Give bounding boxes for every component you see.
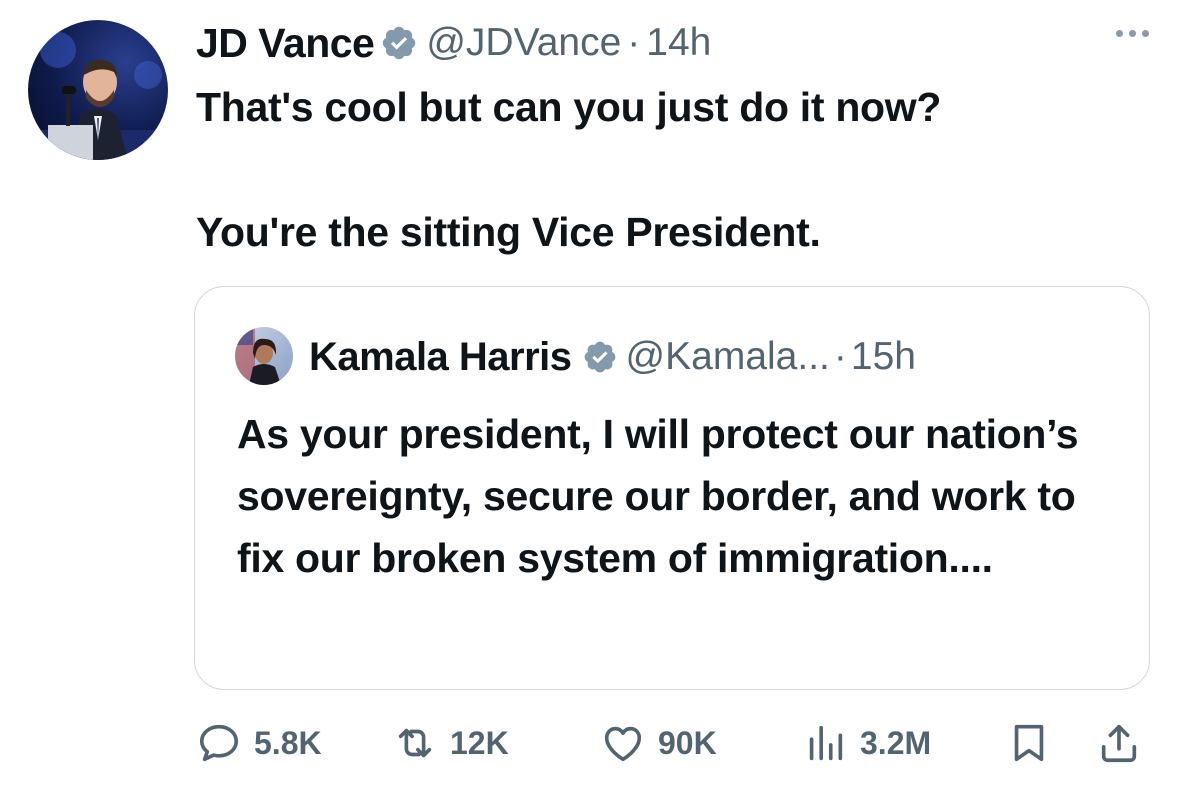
repost-icon bbox=[398, 728, 432, 758]
repost-count: 12K bbox=[450, 724, 509, 761]
reply-count: 5.8K bbox=[254, 724, 322, 761]
tweet-action-bar: 5.8K 12K 90K 3.2M bbox=[196, 716, 1156, 770]
heart-icon bbox=[604, 726, 642, 762]
separator-dot: · bbox=[627, 21, 641, 64]
more-dot bbox=[1129, 30, 1136, 37]
quoted-author-handle: @Kamala... bbox=[625, 335, 830, 378]
views-icon bbox=[809, 725, 843, 761]
quoted-author-name: Kamala Harris bbox=[309, 334, 572, 379]
separator-dot: · bbox=[833, 335, 847, 378]
quoted-author-avatar[interactable] bbox=[235, 327, 293, 385]
tweet-text-line: That's cool but can you just do it now? bbox=[196, 84, 942, 130]
quoted-tweet-text: As your president, I will protect our na… bbox=[237, 411, 1079, 581]
like-button[interactable]: 90K bbox=[600, 716, 717, 770]
tweet-text: That's cool but can you just do it now? … bbox=[196, 82, 1126, 257]
views-button[interactable]: 3.2M bbox=[802, 716, 931, 770]
reply-button[interactable]: 5.8K bbox=[196, 716, 322, 770]
author-handle[interactable]: @JDVance bbox=[426, 21, 621, 65]
bookmark-button[interactable] bbox=[1006, 716, 1052, 770]
verified-badge-icon bbox=[383, 26, 416, 60]
tweet-timestamp[interactable]: 14h bbox=[646, 21, 711, 65]
like-count: 90K bbox=[658, 724, 717, 761]
repost-button[interactable]: 12K bbox=[392, 716, 509, 770]
views-count: 3.2M bbox=[860, 724, 932, 761]
share-icon bbox=[1101, 724, 1137, 763]
author-avatar[interactable] bbox=[28, 20, 168, 160]
tweet-text-line: You're the sitting Vice President. bbox=[196, 209, 821, 255]
tweet-header: JD Vance @JDVance · 14h bbox=[196, 16, 711, 70]
quoted-tweet-card[interactable]: Kamala Harris @Kamala... · 15h As your p… bbox=[194, 286, 1150, 690]
share-button[interactable] bbox=[1096, 716, 1142, 770]
verified-badge-icon bbox=[584, 341, 615, 373]
author-name[interactable]: JD Vance bbox=[196, 20, 375, 67]
more-dot bbox=[1142, 30, 1149, 37]
more-dot bbox=[1116, 30, 1123, 37]
quoted-tweet-header: Kamala Harris @Kamala... · 15h bbox=[309, 331, 916, 383]
bookmark-icon bbox=[1014, 724, 1044, 762]
reply-icon bbox=[199, 724, 239, 762]
quoted-tweet-timestamp: 15h bbox=[850, 335, 916, 378]
more-options-icon[interactable] bbox=[1116, 30, 1149, 37]
